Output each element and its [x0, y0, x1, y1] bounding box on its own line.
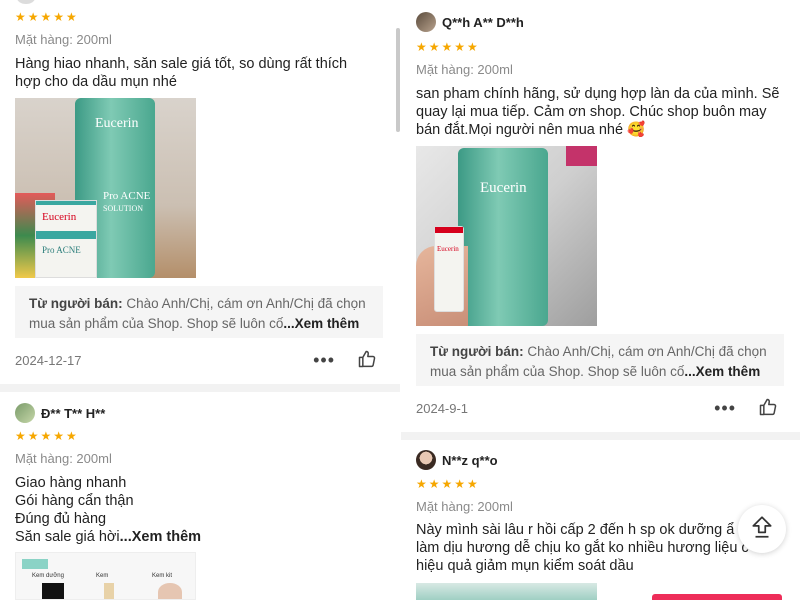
review-line: Đúng đủ hàng: [15, 511, 107, 527]
star-rating: ★★★★★: [15, 10, 79, 24]
star-rating: ★★★★★: [15, 429, 79, 443]
reviewer-name: Đ** T** H**: [41, 405, 106, 421]
reviewer: Đ** T** H**: [15, 403, 105, 423]
avatar-fragment: [17, 0, 35, 4]
review-line: Giao hàng nhanh: [15, 475, 127, 491]
seller-reply-label: Từ người bán:: [29, 296, 123, 311]
review-text: Này mình sài lâu r hồi cấp 2 đến h sp ok…: [416, 521, 786, 575]
reviewer: Q**h A** D**h: [416, 12, 524, 32]
review-photo[interactable]: Eucerin Pro ACNE SOLUTION Eucerin Pro AC…: [15, 98, 196, 278]
section-divider: [0, 384, 400, 392]
review-line: làm dịu hương dễ chịu ko gắt ko nhiều hư…: [416, 540, 749, 556]
tube-brand: Eucerin: [437, 245, 459, 253]
review-actions: •••: [714, 397, 778, 420]
see-more-link[interactable]: ...Xem thêm: [283, 316, 359, 331]
review-date: 2024-12-17: [15, 352, 82, 368]
review-footer: 2024-12-17 •••: [15, 350, 377, 370]
star-rating: ★★★★★: [416, 477, 480, 491]
see-more-link[interactable]: ...Xem thêm: [684, 364, 760, 379]
photo-label: Kem dưỡng: [32, 573, 64, 579]
reviewer: N**z q**o: [416, 450, 498, 470]
review-line: hiệu quả giảm mụn kiểm soát dầu: [416, 558, 634, 574]
more-dots-icon[interactable]: •••: [313, 351, 335, 369]
see-more-link[interactable]: ...Xem thêm: [120, 529, 201, 545]
photo-item: [158, 583, 182, 599]
scrollbar[interactable]: [396, 28, 400, 132]
variant-label: Mặt hàng: 200ml: [15, 451, 112, 466]
bottle-line: Pro ACNE: [103, 190, 151, 202]
review-line: Gói hàng cẩn thận: [15, 493, 134, 509]
seller-reply: Từ người bán: Chào Anh/Chị, cám ơn Anh/C…: [416, 334, 784, 386]
avatar[interactable]: [15, 403, 35, 423]
more-dots-icon[interactable]: •••: [714, 399, 736, 417]
review-text: san pham chính hãng, sử dụng hợp làn da …: [416, 86, 780, 138]
review-text: Hàng hiao nhanh, săn sale giá tốt, so dù…: [15, 56, 348, 90]
seller-reply: Từ người bán: Chào Anh/Chị, cám ơn Anh/C…: [15, 286, 383, 338]
photo-label: Kem: [96, 573, 109, 579]
review-footer: 2024-9-1 •••: [416, 398, 778, 418]
thumbs-up-icon[interactable]: [357, 349, 377, 372]
review-line: Săn sale giá hời...Xem thêm: [15, 528, 375, 546]
cream-tube: Eucerin: [434, 226, 464, 312]
bottle-brand: Eucerin: [480, 180, 527, 196]
product-box: Eucerin Pro ACNE: [35, 200, 97, 278]
review-photo[interactable]: Kem dưỡng Kem Kem kit: [15, 552, 196, 600]
toner-bottle: [458, 148, 548, 326]
reviewer-name: Q**h A** D**h: [442, 14, 524, 30]
avatar[interactable]: [416, 450, 436, 470]
variant-label: Mặt hàng: 200ml: [416, 62, 513, 77]
review-date: 2024-9-1: [416, 400, 469, 416]
variant-label: Mặt hàng: 200ml: [15, 32, 112, 47]
photo-bg-pink: [566, 146, 597, 166]
thumbs-up-icon[interactable]: [758, 397, 778, 420]
review-actions: •••: [313, 349, 377, 372]
review-line-text: Săn sale giá hời: [15, 529, 120, 545]
review-text: Giao hàng nhanh Gói hàng cẩn thận Đúng đ…: [15, 474, 375, 546]
review-photo[interactable]: Eucerin Eucerin: [416, 146, 597, 326]
bottle-brand: Eucerin: [95, 116, 139, 131]
photo-item: [22, 559, 48, 569]
seller-reply-label: Từ người bán:: [430, 344, 524, 359]
variant-label: Mặt hàng: 200ml: [416, 499, 513, 514]
avatar[interactable]: [416, 12, 436, 32]
review-photo-edge: [416, 583, 597, 600]
box-line: Pro ACNE: [42, 245, 81, 255]
star-rating: ★★★★★: [416, 40, 480, 54]
scroll-to-top-button[interactable]: [738, 505, 786, 553]
review-line: Này mình sài lâu r hồi cấp 2 đến h sp ok…: [416, 522, 735, 538]
photo-label: Kem kit: [152, 573, 173, 579]
photo-item: [104, 583, 114, 599]
bottle-line2: SOLUTION: [103, 204, 143, 213]
reviewer-name: N**z q**o: [442, 452, 498, 468]
box-brand: Eucerin: [42, 211, 77, 223]
section-divider: [401, 432, 800, 440]
bottom-bar-pill[interactable]: [652, 594, 782, 600]
scroll-to-top-icon: [749, 514, 775, 545]
photo-item: [42, 583, 64, 599]
